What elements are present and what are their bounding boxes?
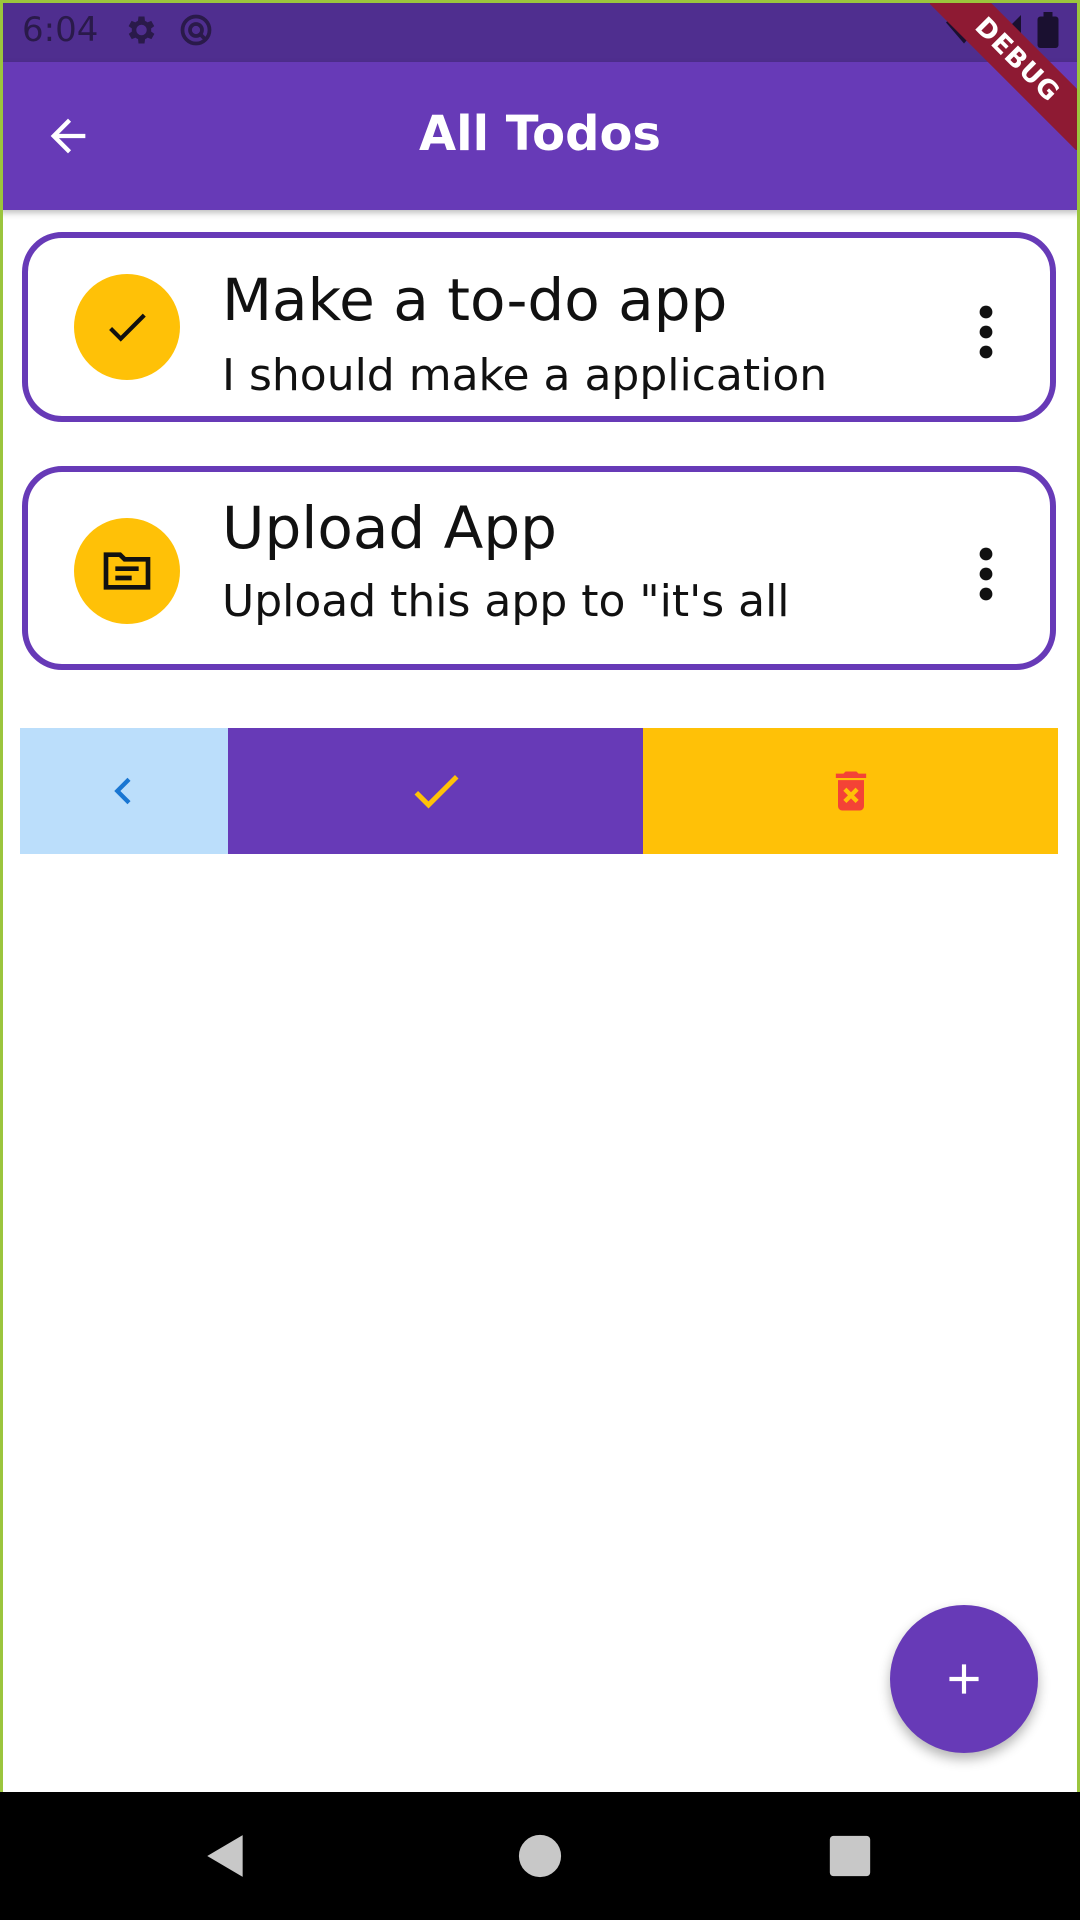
plus-icon <box>949 1664 979 1694</box>
todo-item[interactable]: Make a to-do app I should make a applica… <box>22 232 1056 422</box>
debug-ribbon-label: DEBUG <box>930 0 1080 150</box>
todo-avatar <box>74 518 180 624</box>
todo-description: Upload this app to "it's all <box>222 576 790 627</box>
more-options-button[interactable] <box>966 302 1006 362</box>
todo-title: Make a to-do app <box>222 266 728 334</box>
todo-title: Upload App <box>222 494 557 562</box>
description-icon <box>103 552 151 590</box>
sync-icon <box>178 12 214 48</box>
status-bar: 6:04 <box>0 0 1080 62</box>
nav-recents-button[interactable] <box>820 1826 880 1886</box>
add-todo-button[interactable] <box>890 1605 1038 1753</box>
todo-item[interactable]: Upload App Upload this app to "it's all <box>22 466 1056 670</box>
system-navigation-bar <box>0 1792 1080 1920</box>
delete-button[interactable] <box>643 728 1058 854</box>
collapse-actions-button[interactable] <box>20 728 228 854</box>
todo-action-bar <box>20 728 1058 854</box>
mark-complete-button[interactable] <box>228 728 643 854</box>
todo-description: I should make a application <box>222 350 828 401</box>
more-options-button[interactable] <box>966 544 1006 604</box>
status-time: 6:04 <box>22 10 99 50</box>
more-vert-icon <box>979 547 993 601</box>
todo-avatar <box>74 274 180 380</box>
debug-ribbon: DEBUG <box>930 0 1080 150</box>
settings-icon <box>122 12 158 48</box>
more-vert-icon <box>979 305 993 359</box>
nav-back-icon <box>207 1835 243 1877</box>
nav-back-button[interactable] <box>196 1826 256 1886</box>
nav-recents-icon <box>829 1835 871 1877</box>
nav-home-button[interactable] <box>510 1826 570 1886</box>
check-icon <box>414 774 458 809</box>
app-bar: All Todos <box>0 62 1080 210</box>
delete-forever-icon <box>835 771 866 811</box>
chevron-left-icon <box>114 777 131 805</box>
check-icon <box>109 313 146 342</box>
page-title: All Todos <box>418 106 661 162</box>
nav-home-icon <box>518 1834 562 1878</box>
